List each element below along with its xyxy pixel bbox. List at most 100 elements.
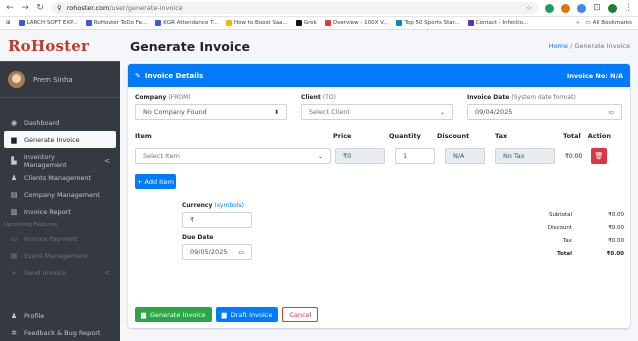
more-bookmarks-button[interactable]: »	[576, 20, 579, 26]
sidebar-item-event-management[interactable]: ▦ Event Management	[4, 247, 116, 264]
url-host: rohoster.com	[66, 4, 110, 12]
breadcrumb-current: Generate Invoice	[574, 42, 630, 50]
avatar	[8, 71, 25, 88]
forward-icon[interactable]: →	[21, 3, 29, 13]
calendar-icon[interactable]: ▭	[608, 109, 614, 116]
draft-invoice-button[interactable]: ▆ Draft Invoice	[215, 307, 279, 322]
col-action: Action	[587, 132, 611, 140]
extension-icon[interactable]	[545, 3, 554, 13]
site-info-icon[interactable]: ⚲	[57, 4, 62, 12]
company-select[interactable]: No Company Found ⬍	[135, 104, 287, 120]
bookmark-item[interactable]: Grok	[295, 20, 317, 26]
invoice-number: Invoice No: N/A	[566, 71, 623, 80]
invoice-date-label: Invoice Date (System date format)	[467, 94, 576, 101]
address-bar[interactable]: ⚲ rohoster.com/user/generate-invoice ☆	[51, 2, 538, 14]
col-tax: Tax	[495, 132, 508, 140]
delete-item-button[interactable]: 🗑	[591, 148, 607, 164]
pencil-icon: ✎	[135, 71, 141, 80]
totals-summary: Subtotal ₹0.00 Discount ₹0.00 Tax ₹0.00 Tot…	[504, 208, 624, 260]
card-title: Invoice Details	[144, 71, 204, 80]
brand-logo[interactable]: RoHoster	[0, 30, 120, 62]
sidebar-item-clients[interactable]: ♟ Clients Management	[4, 169, 116, 186]
sidebar-menu: ◉ Dashboard ▆ Generate Invoice ▙ Inventory …	[0, 98, 120, 341]
tax-row: Tax ₹0.00	[562, 237, 624, 244]
sidebar-item-profile[interactable]: ♟ Profile	[4, 307, 116, 324]
breadcrumb: Home / Generate Invoice	[548, 42, 630, 50]
menu-kebab-icon[interactable]: ⋮	[624, 3, 633, 13]
sidebar-item-company[interactable]: ▤ Company Management	[4, 186, 116, 203]
bookmark-item[interactable]: Overview - 100X V...	[324, 20, 388, 26]
file-invoice-icon: ▆	[11, 135, 17, 144]
col-quantity: Quantity	[389, 132, 421, 140]
col-total: Total	[563, 132, 581, 140]
sidebar-item-dashboard[interactable]: ◉ Dashboard	[4, 114, 116, 131]
select-arrows-icon: ⬍	[273, 108, 279, 116]
form-actions: ▆ Generate Invoice ▆ Draft Invoice Cancel	[135, 307, 319, 322]
due-date-label: Due Date	[182, 234, 214, 241]
all-bookmarks-folder[interactable]: ▭ All Bookmarks	[586, 20, 633, 26]
calendar-icon[interactable]: ▭	[238, 249, 244, 256]
total-row: Total ₹0.00	[556, 250, 624, 257]
dashboard-icon: ◉	[10, 118, 18, 127]
url-path: /user/generate-invoice	[109, 4, 183, 12]
back-icon[interactable]: ←	[6, 3, 14, 13]
breadcrumb-home-link[interactable]: Home	[549, 42, 568, 50]
items-table-header: Item Price Quantity Discount Tax Total A…	[128, 130, 630, 142]
inventory-icon: ▙	[11, 156, 17, 165]
add-item-button[interactable]: + Add Item	[135, 174, 176, 189]
tax-select[interactable]: No Tax	[495, 148, 555, 164]
card-header: ✎ Invoice Details Invoice No: N/A	[128, 64, 630, 87]
profile-avatar-icon[interactable]	[608, 3, 617, 13]
col-discount: Discount	[437, 132, 470, 140]
sidebar-item-inventory[interactable]: ▙ Inventory Management <	[4, 152, 116, 169]
sidebar-item-invoice-report[interactable]: ▥ Invoice Report	[4, 203, 116, 220]
main-content: Generate Invoice Home / Generate Invoice…	[120, 30, 638, 341]
user-panel[interactable]: Prem Sinha	[0, 62, 120, 98]
bookmark-star-icon[interactable]: ☆	[526, 4, 532, 12]
parties-row: Company (FROM) No Company Found ⬍ Client …	[128, 87, 630, 120]
subtotal-row: Subtotal ₹0.00	[548, 211, 624, 218]
invoice-date-input[interactable]: 09/04/2025 ▭	[467, 104, 622, 120]
apps-grid-icon[interactable]: ⊞	[6, 20, 11, 26]
line-total: ₹0.00	[565, 152, 583, 160]
col-price: Price	[333, 132, 352, 140]
bookmark-item[interactable]: Top 50 Sports Star...	[396, 20, 460, 26]
currency-input[interactable]: ₹	[182, 212, 252, 228]
sidebar-item-feedback[interactable]: ✲ Feedback & Bug Report	[4, 324, 116, 341]
sidebar-section-heading: Upcoming Features	[4, 222, 58, 228]
bookmarks-bar: ⊞ LARCH SOFT EXP... RoHoster ToDo Fe... …	[0, 17, 638, 30]
company-label: Company (FROM)	[135, 94, 191, 101]
folder-icon: ▭	[585, 20, 591, 26]
due-date-input[interactable]: 09/05/2025 ▭	[182, 244, 252, 260]
generate-invoice-button[interactable]: ▆ Generate Invoice	[135, 307, 212, 322]
bookmark-item[interactable]: KGR Attendance T...	[155, 20, 218, 26]
cancel-button[interactable]: Cancel	[282, 307, 319, 322]
extension-icon[interactable]	[561, 3, 570, 13]
clients-icon: ♟	[10, 173, 18, 182]
calendar-icon: ▦	[10, 251, 18, 260]
quantity-input[interactable]: 1	[395, 148, 435, 164]
sidebar-item-send-invoice[interactable]: ➢ Send Invoice <	[4, 264, 116, 281]
table-row: Select Item ⌄ ₹0 1 N/A No Tax ₹0.00 🗑	[128, 148, 630, 164]
profile-icon: ♟	[10, 311, 18, 320]
chevron-left-icon: <	[104, 268, 110, 277]
item-select[interactable]: Select Item ⌄	[135, 148, 331, 164]
bookmark-item[interactable]: Contact - Infectio...	[467, 20, 528, 26]
bookmark-item[interactable]: RoHoster ToDo Fe...	[85, 20, 147, 26]
invoice-card: ✎ Invoice Details Invoice No: N/A Compan…	[128, 64, 630, 328]
currency-label: Currency (symbols)	[182, 202, 244, 209]
sidebar-item-invoice-payment[interactable]: ▭ Invoice Payment	[4, 230, 116, 247]
send-icon: ➢	[11, 268, 17, 277]
discount-field: N/A	[445, 148, 485, 164]
sidebar-item-generate-invoice[interactable]: ▆ Generate Invoice	[4, 131, 116, 148]
currency-due-group: Currency (symbols) ₹ Due Date 09/05/2025…	[182, 202, 252, 260]
reload-icon[interactable]: ↻	[36, 3, 44, 13]
file-icon: ▆	[221, 310, 227, 319]
extension-icon[interactable]	[577, 3, 586, 13]
extensions-puzzle-icon[interactable]: ⊡	[593, 3, 601, 13]
client-select[interactable]: Select Client ⌄	[301, 104, 453, 120]
bookmark-item[interactable]: How to Boost Saa...	[226, 20, 288, 26]
trash-icon: 🗑	[594, 152, 604, 160]
bookmark-item[interactable]: LARCH SOFT EXP...	[18, 20, 78, 26]
browser-toolbar: ← → ↻ ⚲ rohoster.com/user/generate-invoi…	[0, 0, 638, 17]
